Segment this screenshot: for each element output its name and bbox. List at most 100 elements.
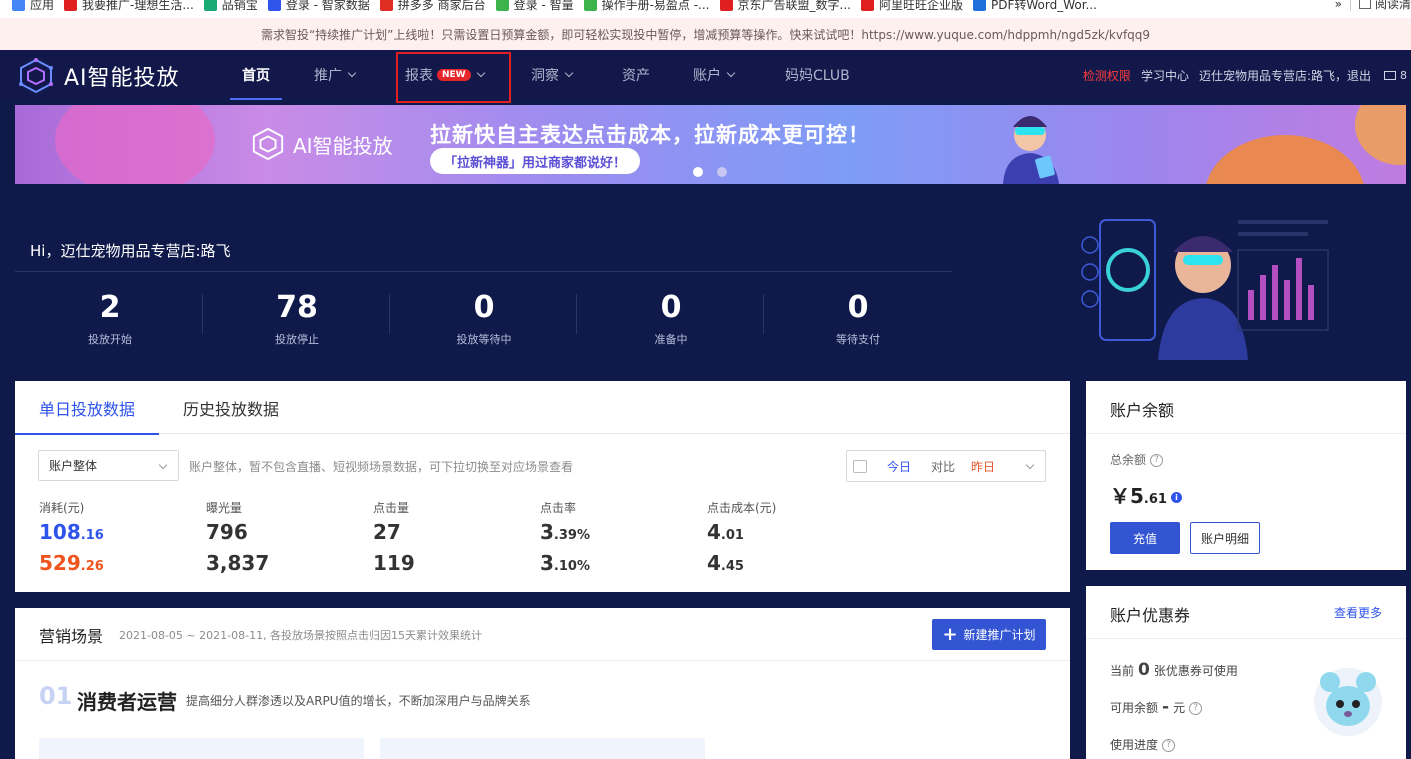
metric: 消耗(元) 108.16 529.26 bbox=[39, 499, 104, 582]
available-value: - bbox=[1162, 697, 1170, 717]
recharge-button[interactable]: 充值 bbox=[1110, 522, 1180, 554]
hero-stat[interactable]: 2 投放开始 bbox=[25, 290, 195, 347]
learning-center-link[interactable]: 学习中心 bbox=[1141, 67, 1189, 84]
metric-value-today: 27 bbox=[373, 520, 415, 548]
carousel-dot[interactable] bbox=[717, 167, 727, 177]
progress-label: 使用进度 bbox=[1110, 738, 1159, 752]
message-button[interactable]: 8 bbox=[1384, 69, 1407, 82]
chevron-down-icon bbox=[347, 68, 357, 78]
plus-icon: + bbox=[942, 624, 958, 645]
balance-amount-decimal: .61 bbox=[1143, 492, 1167, 507]
reading-list-button[interactable]: 阅读清 bbox=[1375, 0, 1411, 12]
bookmark-label: 品销宝 bbox=[221, 0, 258, 12]
hero-stat-label: 准备中 bbox=[654, 333, 688, 346]
nav-insight[interactable]: 洞察 bbox=[531, 50, 574, 100]
scene-select[interactable]: 账户整体 bbox=[38, 450, 179, 481]
highlight-box bbox=[396, 52, 511, 103]
hero-stat[interactable]: 0 投放等待中 bbox=[399, 290, 569, 347]
bookmark-item[interactable]: PDF转Word_Wor... bbox=[972, 0, 1097, 13]
bookmark-item[interactable]: 应用 bbox=[12, 0, 54, 13]
bookmark-item[interactable]: 操作手册-易盈点 -... bbox=[583, 0, 710, 13]
metric-value-yesterday: 3.10% bbox=[540, 548, 590, 582]
hero-stat-divider bbox=[202, 294, 203, 334]
metric-value-yesterday: 119 bbox=[373, 548, 415, 582]
hero-stat-value: 2 bbox=[99, 290, 121, 325]
bookmark-item[interactable]: 京东广告联盟_数字... bbox=[719, 0, 851, 13]
bookmark-label: 我要推广-理想生活... bbox=[82, 0, 194, 12]
nav-home[interactable]: 首页 bbox=[230, 50, 282, 100]
banner-title: 拉新快自主表达点击成本，拉新成本更可控！ bbox=[430, 123, 870, 147]
data-tabs: 单日投放数据 历史投放数据 bbox=[14, 381, 1070, 435]
date-today[interactable]: 今日 bbox=[887, 458, 911, 475]
nav-club-label: 妈妈CLUB bbox=[785, 68, 850, 84]
chevron-down-icon bbox=[1025, 460, 1035, 470]
bookmark-item[interactable]: 拼多多 商家后台 bbox=[379, 0, 486, 13]
scene-date-range: 2021-08-05 ~ 2021-08-11, 各投放场景按照点击归因15天累… bbox=[119, 629, 483, 642]
hero-stat[interactable]: 78 投放停止 bbox=[212, 290, 382, 347]
metric-integer: 3,837 bbox=[206, 551, 270, 575]
metric-decimal: .39% bbox=[553, 528, 590, 543]
nav-account-label: 账户 bbox=[693, 68, 721, 84]
metric-integer: 27 bbox=[373, 520, 401, 544]
divider bbox=[1086, 638, 1406, 639]
nav-account[interactable]: 账户 bbox=[693, 50, 736, 100]
section-description: 提高细分人群渗透以及ARPU值的增长，不断加深用户与品牌关系 bbox=[186, 694, 531, 708]
new-plan-label: 新建推广计划 bbox=[963, 628, 1036, 642]
help-icon[interactable]: ? bbox=[1150, 454, 1164, 467]
hero-character-illustration bbox=[1081, 219, 1329, 360]
carousel-dot[interactable] bbox=[693, 167, 703, 177]
hero-stat-label: 投放停止 bbox=[275, 333, 319, 346]
account-details-button[interactable]: 账户明细 bbox=[1190, 522, 1260, 554]
tab-daily[interactable]: 单日投放数据 bbox=[14, 381, 160, 435]
hero-stat[interactable]: 0 准备中 bbox=[586, 290, 756, 347]
announcement-bar: 需求智投“持续推广计划”上线啦！只需设置日预算金额，即可轻松实现投中暂停，增减预… bbox=[0, 18, 1411, 50]
customer-service-mascot-icon[interactable] bbox=[1312, 662, 1384, 740]
hero-stat-value: 0 bbox=[473, 290, 495, 325]
date-yesterday[interactable]: 昨日 bbox=[971, 458, 995, 475]
view-more-link[interactable]: 查看更多 bbox=[1334, 604, 1382, 621]
scene-option-card[interactable] bbox=[380, 738, 705, 759]
ai-cube-logo-icon bbox=[252, 127, 284, 161]
scene-option-card[interactable] bbox=[39, 738, 364, 759]
date-compare-picker[interactable]: 今日 对比 昨日 bbox=[846, 450, 1046, 482]
nav-assets[interactable]: 资产 bbox=[622, 50, 650, 100]
bookmark-favicon-icon bbox=[719, 0, 733, 11]
logo[interactable]: AI智能投放 bbox=[18, 58, 180, 94]
banner-logo: AI智能投放 bbox=[251, 127, 393, 161]
bookmark-label: 登录 - 智家数据 bbox=[285, 0, 370, 12]
metric-decimal: .45 bbox=[720, 559, 744, 574]
check-permission-link[interactable]: 检测权限 bbox=[1083, 67, 1131, 84]
help-icon[interactable]: ? bbox=[1189, 702, 1203, 715]
metric-decimal: .16 bbox=[80, 528, 104, 543]
bookmark-item[interactable]: 登录 - 智量 bbox=[495, 0, 574, 13]
bookmark-item[interactable]: 我要推广-理想生活... bbox=[64, 0, 194, 13]
help-icon[interactable]: ? bbox=[1162, 739, 1176, 752]
bookmark-item[interactable]: 品销宝 bbox=[203, 0, 258, 13]
bookmark-item[interactable]: 登录 - 智家数据 bbox=[267, 0, 370, 13]
nav-promote[interactable]: 推广 bbox=[314, 50, 357, 100]
bookmarks-overflow-button[interactable]: » bbox=[1335, 0, 1342, 11]
metric-value-yesterday: 4.45 bbox=[707, 548, 776, 582]
metric-value-today: 108.16 bbox=[39, 520, 104, 548]
bookmark-favicon-icon bbox=[495, 0, 509, 11]
reading-list-icon[interactable] bbox=[1358, 0, 1371, 9]
chevron-down-icon bbox=[726, 68, 736, 78]
hero-stat[interactable]: 0 等待支付 bbox=[773, 290, 943, 347]
hero-stat-value: 0 bbox=[660, 290, 682, 325]
bookmark-item[interactable]: 阿里旺旺企业版 bbox=[860, 0, 963, 13]
announcement-text[interactable]: 需求智投“持续推广计划”上线啦！只需设置日预算金额，即可轻松实现投中暂停，增减预… bbox=[261, 26, 1150, 43]
bookmark-favicon-icon bbox=[64, 0, 78, 11]
banner-decoration bbox=[1355, 105, 1406, 165]
promo-banner[interactable]: AI智能投放 拉新快自主表达点击成本，拉新成本更可控！ 「拉新神器」用过商家都说… bbox=[15, 105, 1406, 184]
metric-decimal: .10% bbox=[553, 559, 590, 574]
hero-stat-label: 等待支付 bbox=[836, 333, 880, 346]
metric-value-yesterday: 529.26 bbox=[39, 548, 104, 582]
nav-club[interactable]: 妈妈CLUB bbox=[785, 50, 850, 100]
metric-value-today: 796 bbox=[206, 520, 269, 548]
metric-value-today: 3.39% bbox=[540, 520, 590, 548]
new-plan-button[interactable]: + 新建推广计划 bbox=[932, 619, 1046, 650]
info-icon[interactable]: i bbox=[1170, 492, 1182, 503]
tab-history[interactable]: 历史投放数据 bbox=[183, 381, 279, 434]
bookmark-favicon-icon bbox=[583, 0, 597, 11]
user-logout-link[interactable]: 迈仕宠物用品专营店:路飞，退出 bbox=[1199, 67, 1371, 84]
